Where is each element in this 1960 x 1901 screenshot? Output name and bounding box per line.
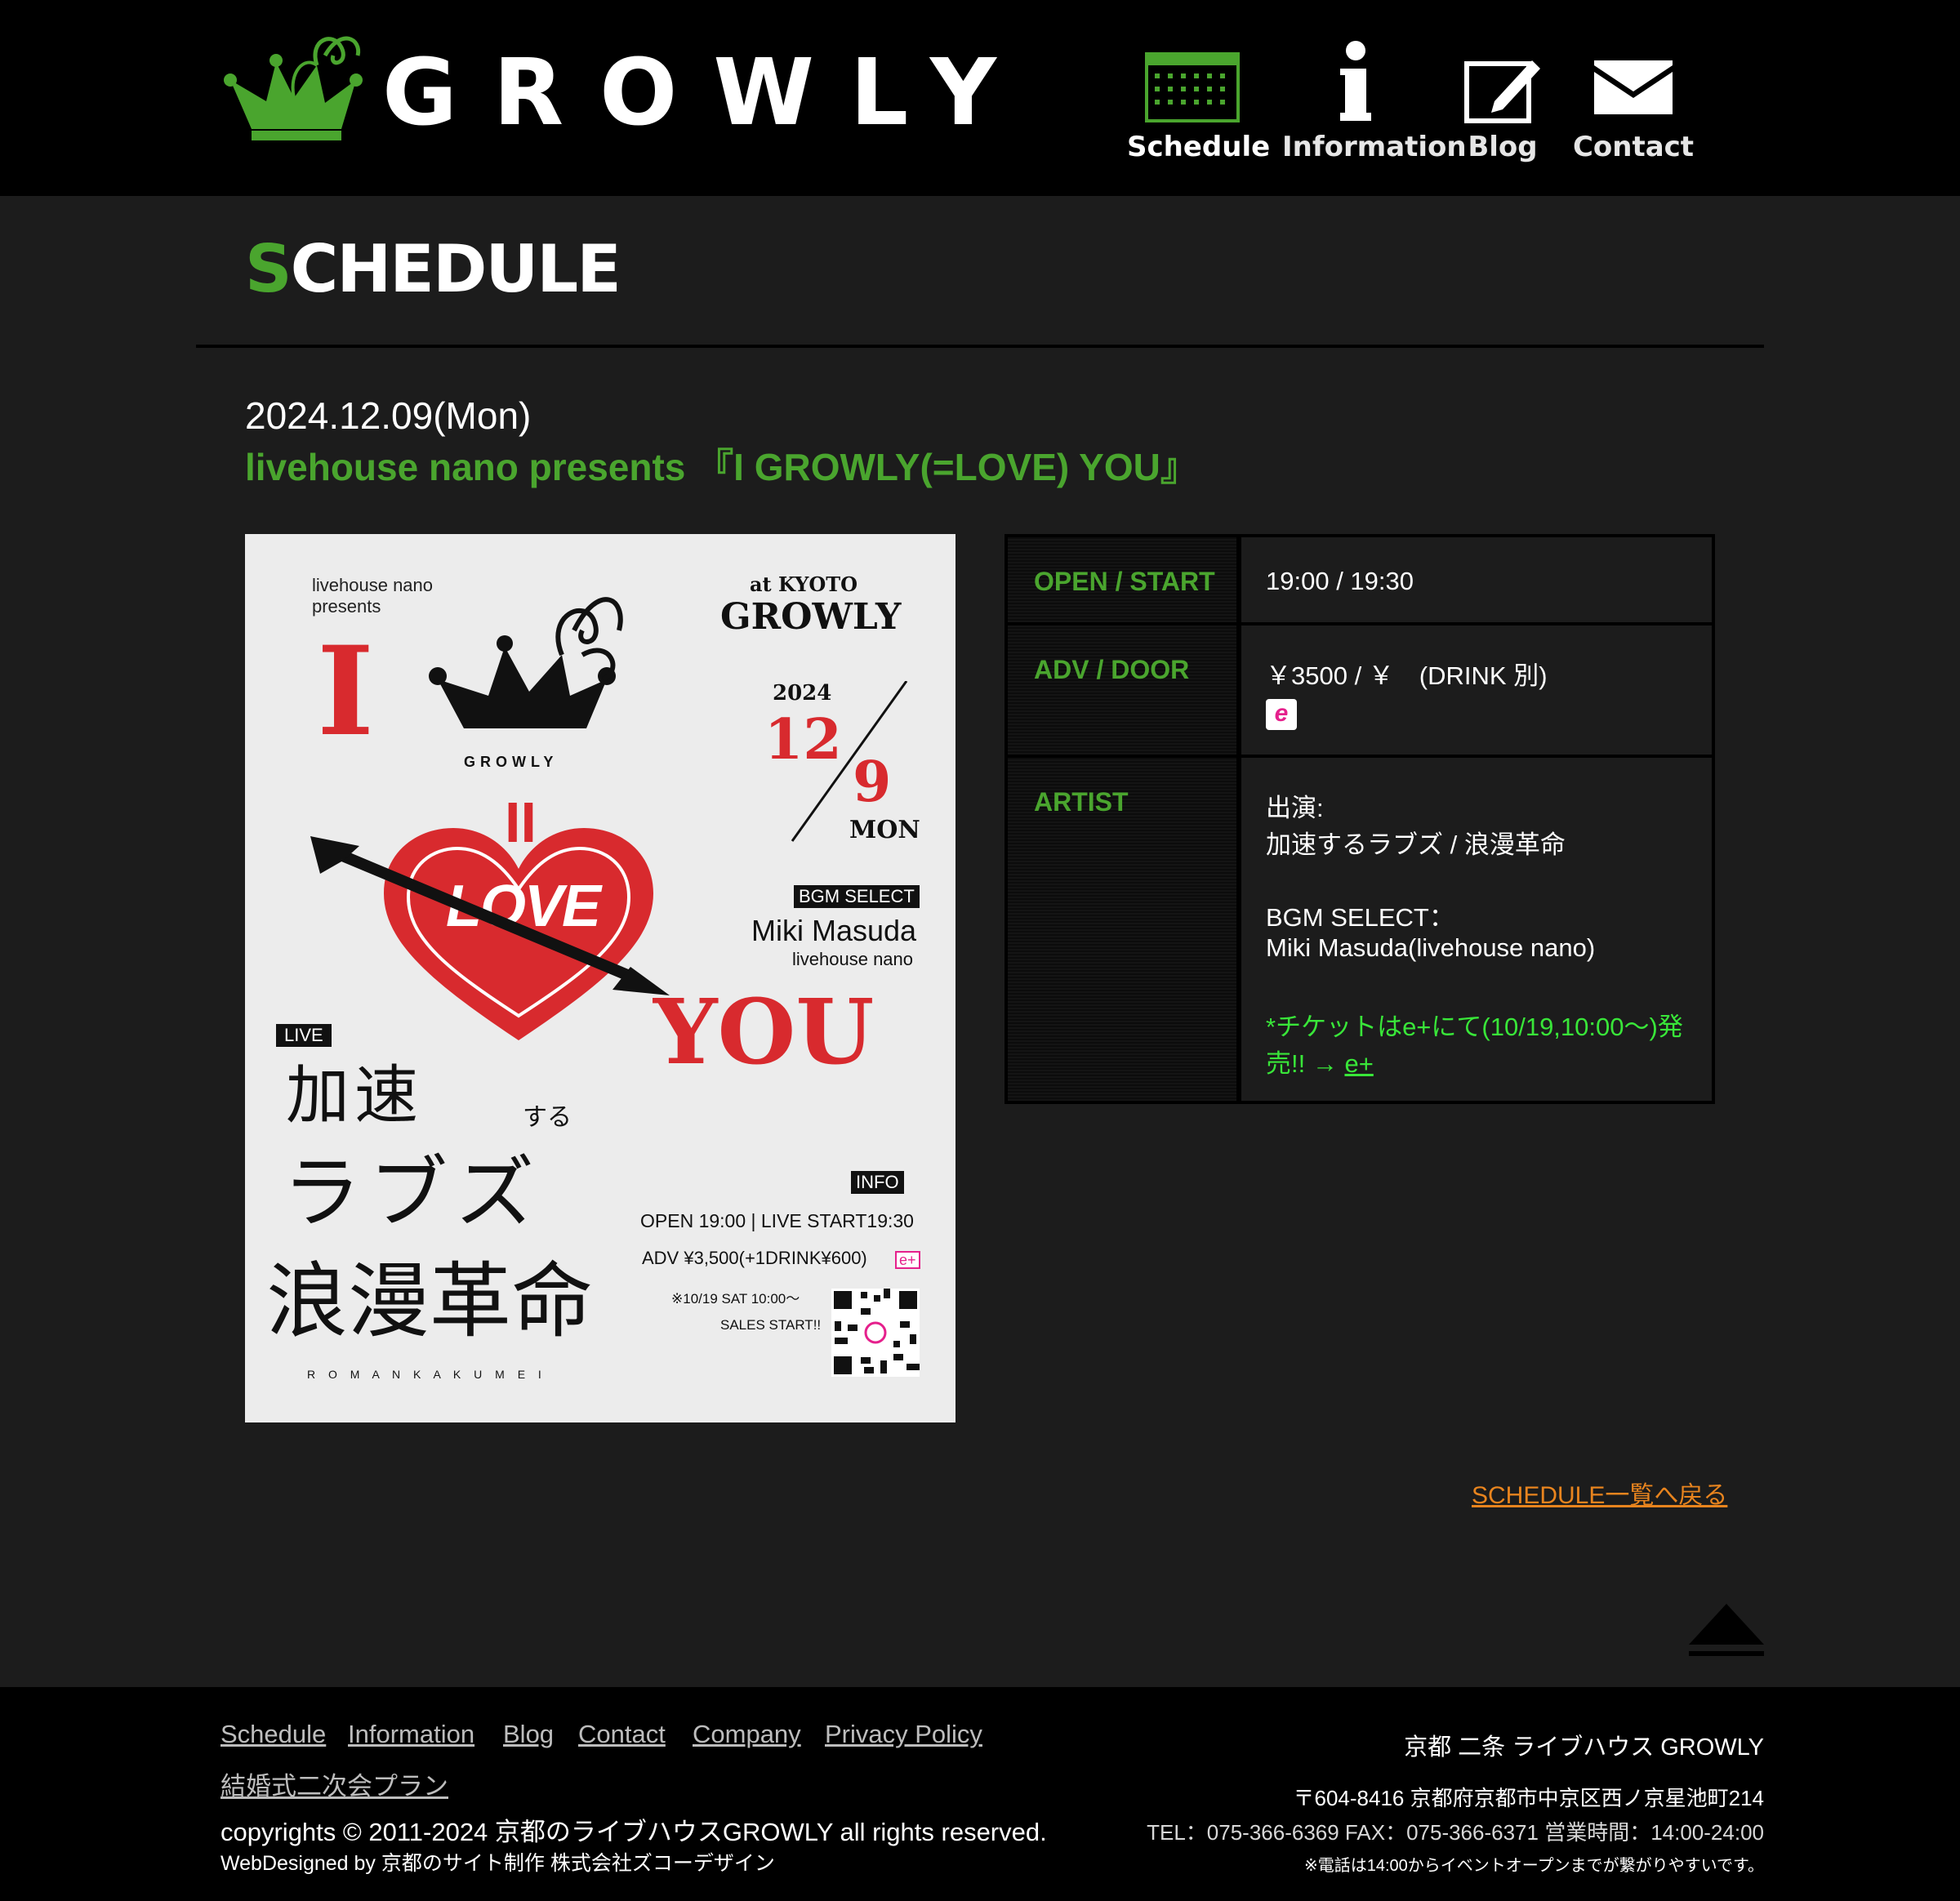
ticket-note-line-1: *チケットはe+にて(10/19,10:00〜)発 [1266, 1013, 1683, 1041]
mail-icon [1594, 60, 1673, 114]
footer-link-contact[interactable]: Contact [578, 1720, 666, 1749]
info-row-adv: ADV / DOOR ￥3500 / ￥ (DRINK 別) e [1008, 626, 1712, 755]
open-start-label-cell: OPEN / START [1008, 537, 1236, 622]
flyer-info-open: OPEN 19:00 | LIVE START19:30 [640, 1210, 914, 1231]
artist-label-cell: ARTIST [1008, 758, 1236, 1101]
flyer-arrow-icon [310, 836, 670, 995]
flyer-artist1-suffix: する [523, 1104, 572, 1131]
open-start-value-cell: 19:00 / 19:30 [1241, 537, 1712, 622]
main-nav: Schedule Information Blog Contact [1127, 33, 1699, 171]
artist-label: ARTIST [1034, 787, 1129, 817]
flyer-weekday: MON [849, 816, 920, 844]
adv-door-label: ADV / DOOR [1034, 655, 1190, 684]
nav-schedule-label: Schedule [1127, 131, 1271, 163]
adv-door-value-cell: ￥3500 / ￥ (DRINK 別) e [1241, 626, 1712, 755]
footer-address: 〒604-8416 京都府京都市中京区西ノ京星池町214 [1293, 1786, 1764, 1810]
event-flyer: livehouse nano presents I GROWLY at KYOT… [245, 534, 956, 1422]
title-divider [196, 345, 1764, 348]
info-icon [1340, 41, 1371, 121]
artist-line-2: BGM SELECT： [1266, 903, 1454, 932]
flyer-artist2: 浪漫革命 [266, 1256, 593, 1347]
section-title-rest: CHEDULE [290, 231, 621, 307]
flyer-presenter-2: presents [312, 596, 381, 617]
flyer-at-kyoto: at KYOTO [750, 572, 858, 596]
flyer-live-badge: LIVE [276, 1024, 332, 1047]
back-to-schedule-link[interactable]: SCHEDULE一覧へ戻る [1472, 1475, 1727, 1511]
artist-line-1: 加速するラブズ / 浪漫革命 [1266, 830, 1566, 859]
event-date: 2024.12.09(Mon) [245, 394, 532, 437]
site-header: GROWLY Schedule Information Blog Contact [0, 0, 1960, 196]
nav-contact-label: Contact [1572, 131, 1695, 163]
artist-line-3: Miki Masuda(livehouse nano) [1266, 933, 1596, 962]
flyer-sales-2: SALES START!! [720, 1317, 822, 1333]
flyer-growly: GROWLY [720, 596, 902, 638]
flyer-bgm-name: Miki Masuda [751, 914, 917, 947]
site-logo[interactable]: GROWLY [219, 23, 996, 145]
footer-link-wedding-plan[interactable]: 結婚式二次会プラン [220, 1765, 448, 1802]
flyer-info-adv: ADV ¥3,500(+1DRINK¥600) [642, 1248, 867, 1268]
event-title: livehouse nano presents 『I GROWLY(=LOVE)… [245, 446, 1198, 488]
section-title-initial: S [245, 231, 292, 307]
open-start-value: 19:00 / 19:30 [1266, 567, 1414, 595]
footer-designed-by: WebDesigned by 京都のサイト制作 株式会社ズコーデザイン [220, 1852, 775, 1875]
nav-information-label: Information [1282, 131, 1467, 163]
artist-line-0: 出演: [1266, 794, 1324, 822]
flyer-artist2-roman: R O M A N K A K U M E I [307, 1368, 546, 1381]
nav-blog-label: Blog [1468, 131, 1538, 163]
flyer-artist1-line2: ラブズ [283, 1150, 542, 1237]
footer-phone-note: ※電話は14:00からイベントオープンまでが繋がりやすいです。 [1303, 1857, 1764, 1875]
footer-contact-info: TEL：075-366-6369 FAX：075-366-6371 営業時間：1… [1147, 1820, 1764, 1845]
crown-logo-icon [224, 36, 363, 140]
flyer-big-i: I [317, 620, 375, 764]
flyer-crown-icon [429, 597, 623, 728]
footer-link-information[interactable]: Information [348, 1720, 474, 1749]
flyer-eplus-badge: e+ [895, 1251, 920, 1269]
info-row-artist: ARTIST 出演: 加速するラブズ / 浪漫革命 BGM SELECT： Mi… [1008, 758, 1712, 1101]
nav-blog[interactable]: Blog [1454, 33, 1552, 171]
site-footer: Schedule Information Blog Contact Compan… [0, 1687, 1960, 1901]
info-row-open: OPEN / START 19:00 / 19:30 [1008, 537, 1712, 622]
flyer-artist1-main: 加速 [286, 1059, 424, 1131]
flyer-you: YOU [653, 979, 875, 1084]
page-top-arrow-icon[interactable] [1689, 1604, 1764, 1663]
footer-link-company[interactable]: Company [693, 1720, 801, 1749]
nav-information[interactable]: Information [1282, 33, 1467, 171]
flyer-info-badge: INFO [851, 1171, 904, 1194]
nav-schedule[interactable]: Schedule [1127, 33, 1271, 171]
nav-contact[interactable]: Contact [1572, 33, 1695, 171]
ticket-eplus-link[interactable]: e+ [1344, 1049, 1373, 1078]
footer-copyright: copyrights © 2011-2024 京都のライブハウスGROWLY a… [220, 1818, 1047, 1846]
logo-text: GROWLY [382, 40, 1032, 146]
ticket-note-line-2: 売!! → e+ [1266, 1043, 1374, 1080]
event-info-table: OPEN / START 19:00 / 19:30 ADV / DOOR ￥3… [1004, 534, 1715, 1104]
footer-link-privacy-policy[interactable]: Privacy Policy [825, 1720, 982, 1749]
adv-door-label-cell: ADV / DOOR [1008, 626, 1236, 755]
calendar-icon [1145, 52, 1240, 122]
flyer-crown-label: GROWLY [464, 754, 559, 770]
section-title: SCHEDULE [245, 237, 621, 302]
open-start-label: OPEN / START [1034, 567, 1215, 596]
footer-link-schedule[interactable]: Schedule [220, 1720, 326, 1749]
footer-link-blog[interactable]: Blog [503, 1720, 554, 1749]
flyer-sales-1: ※10/19 SAT 10:00〜 [671, 1291, 800, 1307]
flyer-qr-code-icon [831, 1289, 920, 1377]
footer-venue-name: 京都 二条 ライブハウス GROWLY [1404, 1734, 1764, 1761]
flyer-presenter-1: livehouse nano [312, 575, 434, 595]
artist-value-cell: 出演: 加速するラブズ / 浪漫革命 BGM SELECT： Miki Masu… [1241, 758, 1712, 1101]
flyer-bgm-from: livehouse nano [792, 949, 914, 969]
edit-icon [1464, 60, 1540, 123]
ticket-note-text: 売!! → [1266, 1049, 1345, 1078]
eplus-ticket-icon[interactable]: e [1266, 699, 1297, 730]
flyer-bgm-badge: BGM SELECT [794, 885, 920, 908]
adv-door-value: ￥3500 / ￥ (DRINK 別) [1266, 661, 1548, 690]
